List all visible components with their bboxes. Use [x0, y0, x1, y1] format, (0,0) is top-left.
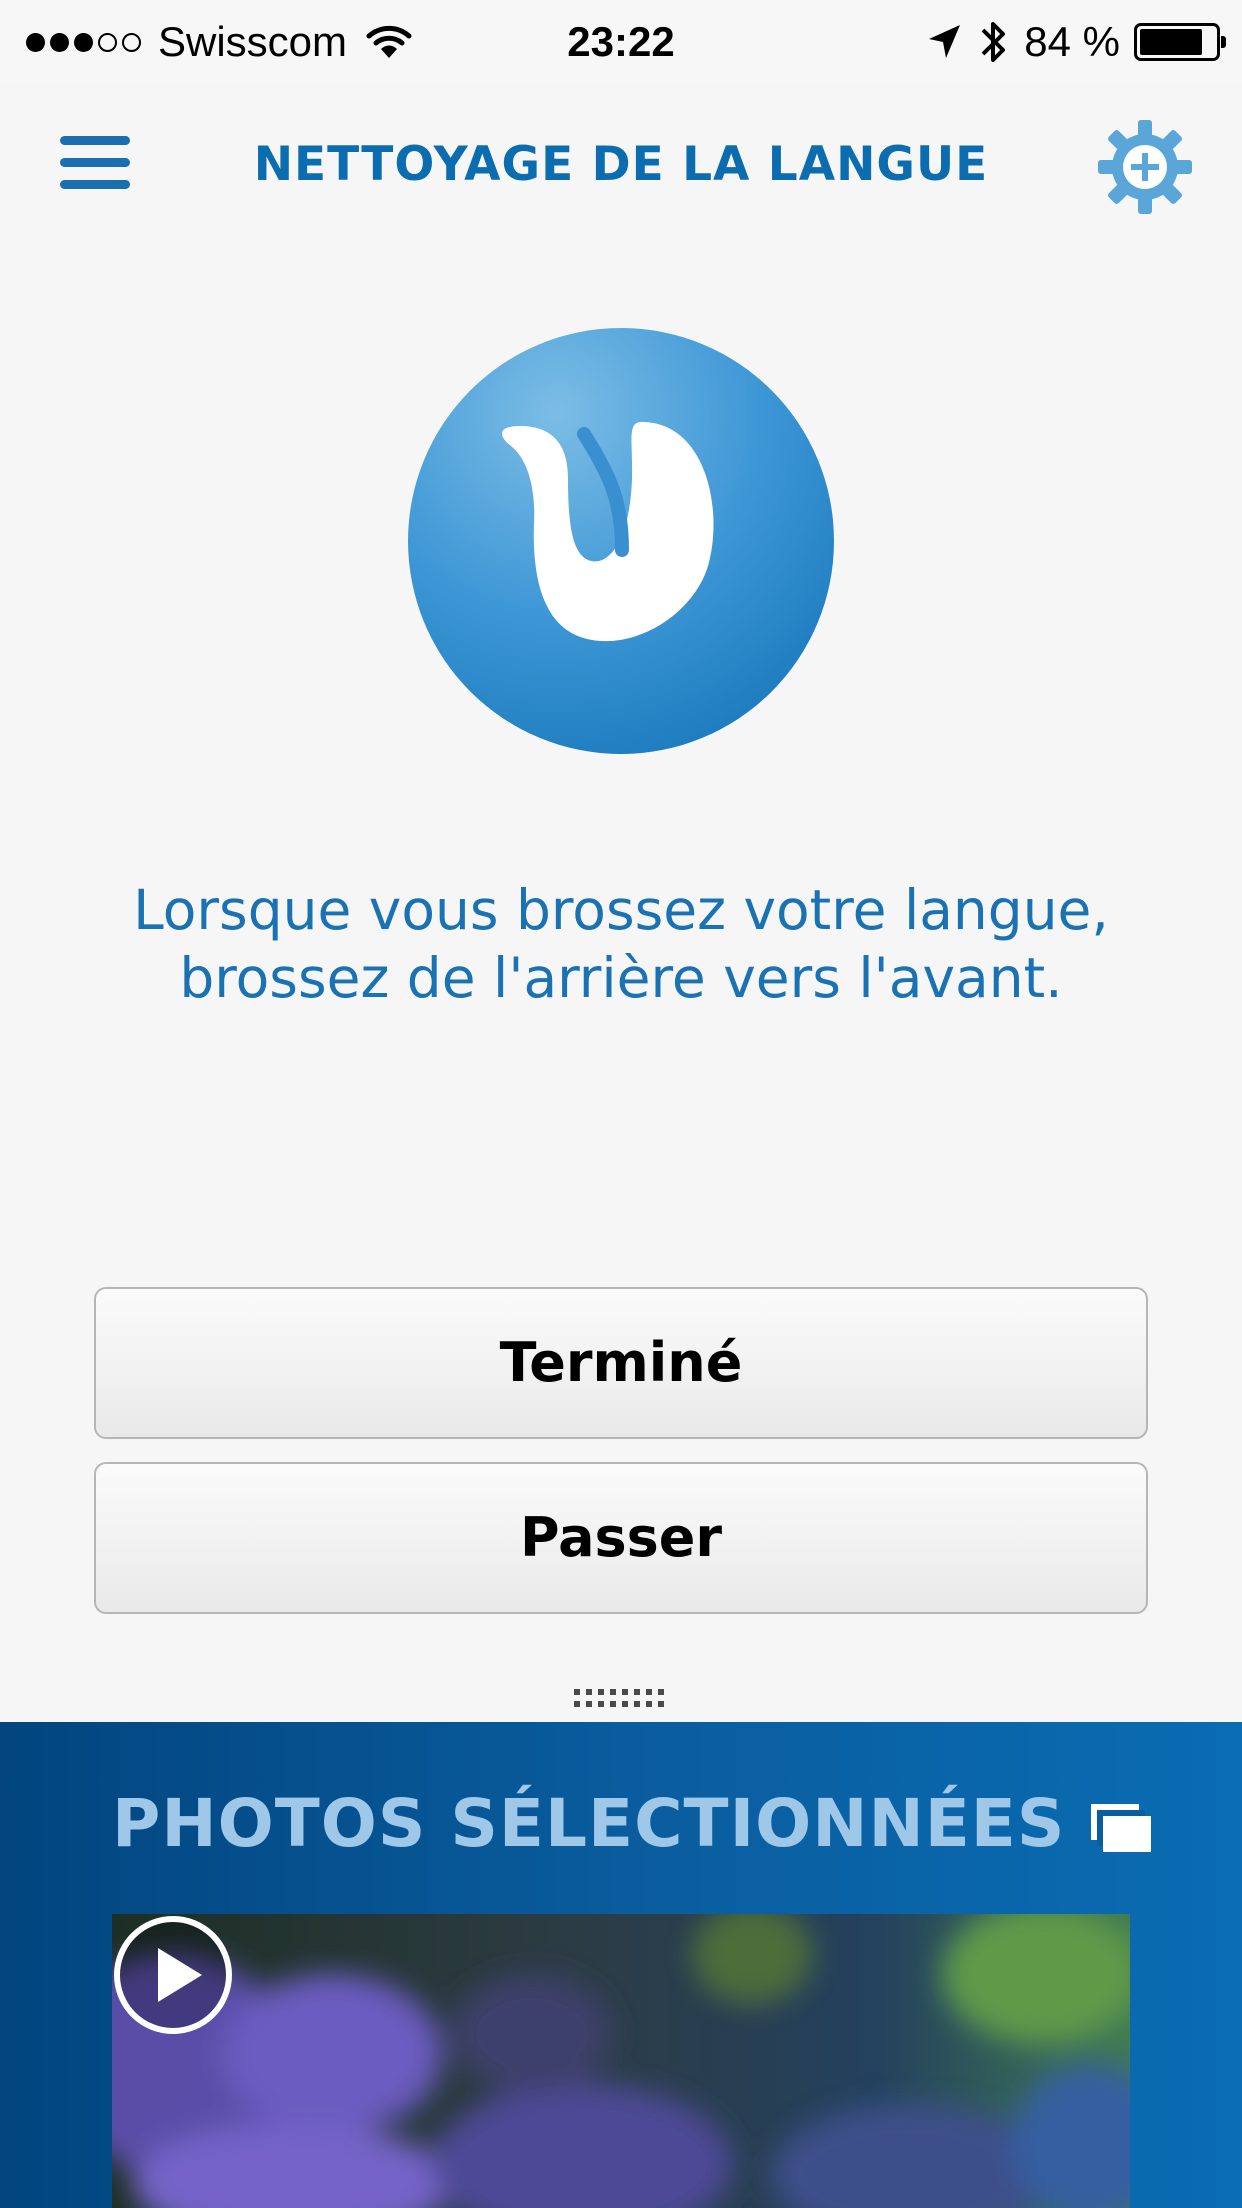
skip-button[interactable]: Passer — [94, 1462, 1148, 1614]
bluetooth-icon — [981, 22, 1006, 62]
photos-header[interactable]: PHOTOS SÉLECTIONNÉES — [112, 1784, 1155, 1864]
status-bar: Swisscom 23:22 84 % — [0, 0, 1242, 84]
tongue-glyph — [501, 421, 714, 642]
status-right: 84 % — [926, 14, 1226, 70]
flower-photo — [112, 1914, 1130, 2208]
battery-tip — [1221, 36, 1226, 48]
battery-level — [1140, 29, 1202, 55]
photos-panel: PHOTOS SÉLECTIONNÉES — [0, 1722, 1242, 2208]
featured-photo[interactable] — [112, 1914, 1130, 2208]
photos-title: PHOTOS SÉLECTIONNÉES — [112, 1785, 1066, 1862]
battery-icon — [1134, 23, 1226, 61]
instruction-text: Lorsque vous brossez votre langue, bross… — [133, 878, 1109, 1010]
location-arrow-icon — [929, 25, 961, 58]
play-icon[interactable] — [112, 1914, 234, 2036]
menu-line — [60, 136, 130, 145]
done-button[interactable]: Terminé — [94, 1287, 1148, 1439]
page-title: NETTOYAGE DE LA LANGUE — [253, 137, 989, 192]
navigation-bar: NETTOYAGE DE LA LANGUE — [0, 84, 1242, 244]
battery-percentage: 84 % — [1024, 18, 1120, 65]
hamburger-menu-icon[interactable] — [60, 134, 132, 194]
menu-line — [60, 158, 130, 167]
photo-stack-icon[interactable] — [1089, 1802, 1155, 1856]
drag-handle-icon[interactable] — [572, 1687, 668, 1709]
menu-line — [60, 180, 130, 189]
settings-gear-plus-icon[interactable] — [1096, 118, 1194, 216]
tongue-icon — [408, 328, 834, 754]
